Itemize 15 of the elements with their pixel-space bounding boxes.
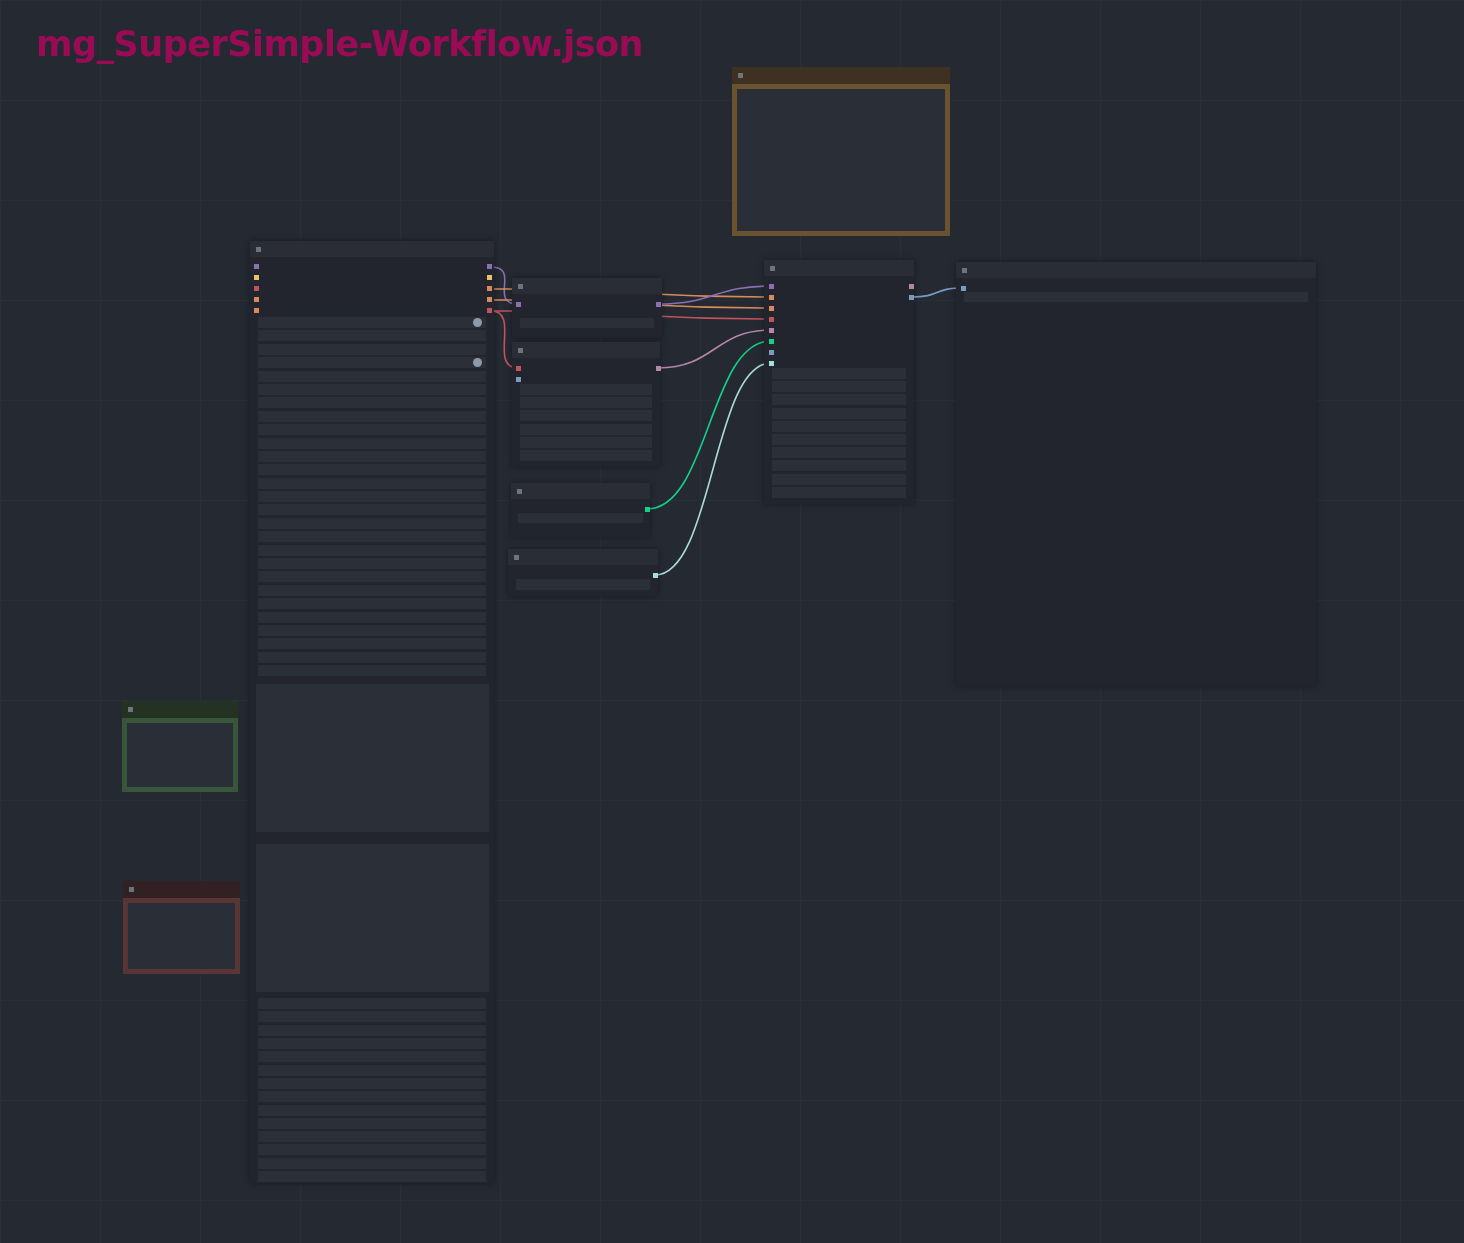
- collapse-icon[interactable]: [514, 554, 519, 560]
- collapse-icon[interactable]: [517, 488, 522, 494]
- collapse-icon[interactable]: [962, 267, 967, 273]
- note-body[interactable]: [122, 718, 238, 792]
- collapse-icon[interactable]: [256, 246, 261, 252]
- workflow-title: mg_SuperSimple-Workflow.json: [36, 24, 643, 64]
- toggle-knob[interactable]: [473, 358, 482, 368]
- widget-row[interactable]: [258, 317, 486, 328]
- collapse-icon[interactable]: [770, 265, 775, 271]
- note-body[interactable]: [732, 84, 950, 236]
- toggle-knob[interactable]: [473, 318, 482, 327]
- collapse-icon[interactable]: [518, 283, 523, 289]
- widget-row[interactable]: [258, 357, 486, 369]
- note-body[interactable]: [123, 898, 240, 974]
- collapse-icon[interactable]: [518, 347, 523, 353]
